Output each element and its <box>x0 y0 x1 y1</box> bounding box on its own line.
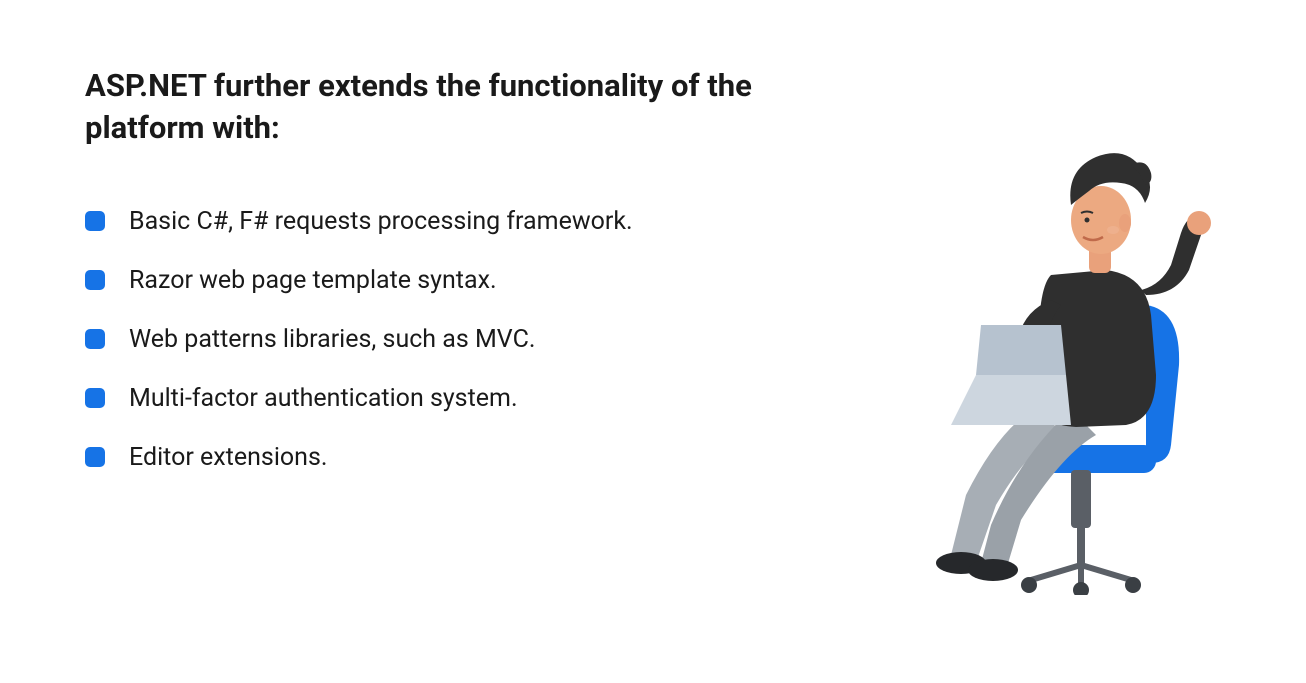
person-illustration <box>921 125 1251 595</box>
bullet-icon <box>85 447 105 467</box>
bullet-icon <box>85 211 105 231</box>
list-item: Editor extensions. <box>85 443 760 472</box>
list-item: Basic C#, F# requests processing framewo… <box>85 207 760 236</box>
bullet-icon <box>85 329 105 349</box>
content-block: ASP.NET further extends the functionalit… <box>0 0 760 472</box>
list-item-text: Basic C#, F# requests processing framewo… <box>129 207 633 236</box>
bullet-icon <box>85 270 105 290</box>
list-item-text: Razor web page template syntax. <box>129 266 497 295</box>
feature-list: Basic C#, F# requests processing framewo… <box>85 207 760 472</box>
list-item: Multi-factor authentication system. <box>85 384 760 413</box>
list-item: Razor web page template syntax. <box>85 266 760 295</box>
page-heading: ASP.NET further extends the functionalit… <box>85 65 760 149</box>
list-item-text: Multi-factor authentication system. <box>129 384 518 413</box>
list-item: Web patterns libraries, such as MVC. <box>85 325 760 354</box>
bullet-icon <box>85 388 105 408</box>
list-item-text: Web patterns libraries, such as MVC. <box>129 325 535 354</box>
list-item-text: Editor extensions. <box>129 443 327 472</box>
